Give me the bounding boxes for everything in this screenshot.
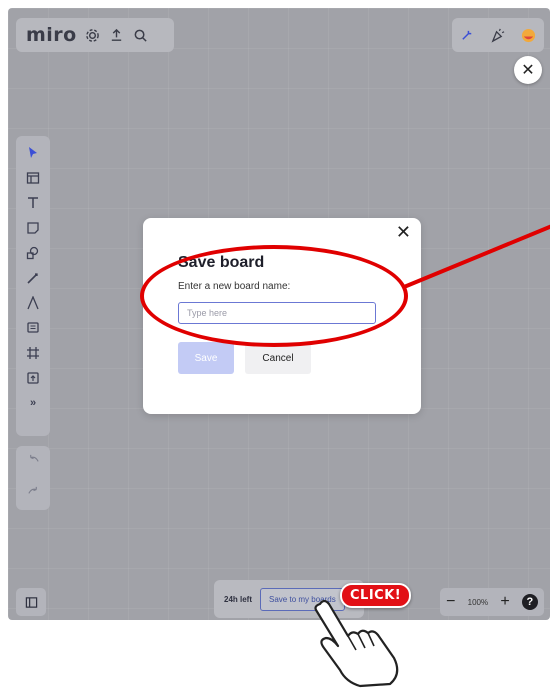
panel-icon (25, 596, 37, 608)
line-icon[interactable] (24, 294, 42, 312)
help-button[interactable]: ? (521, 594, 538, 610)
template-icon[interactable] (24, 169, 42, 187)
upload-icon[interactable] (24, 369, 42, 387)
close-board-button[interactable]: ✕ (514, 56, 542, 84)
frame-icon[interactable] (24, 344, 42, 362)
undo-redo-toolbar (16, 446, 50, 510)
hours-left-label: 24h left (224, 594, 253, 604)
board-panel-toggle[interactable] (16, 588, 46, 616)
text-icon[interactable] (24, 194, 42, 212)
reactions-icon[interactable] (459, 27, 475, 43)
save-button[interactable]: Save (178, 342, 234, 374)
zoom-controls: − 100% + ? (440, 588, 544, 616)
share-upload-icon[interactable] (109, 27, 125, 43)
highlight-ellipse-annotation (140, 245, 408, 347)
dialog-close-icon[interactable]: ✕ (396, 222, 411, 243)
redo-icon[interactable] (27, 485, 40, 503)
zoom-out-button[interactable]: − (446, 593, 455, 611)
top-toolbar: miro (16, 18, 174, 52)
zoom-level[interactable]: 100% (468, 598, 488, 607)
pointing-hand-icon (314, 599, 399, 688)
miro-logo: miro (26, 24, 77, 46)
comment-icon[interactable] (24, 319, 42, 337)
cursor-icon[interactable] (24, 144, 42, 162)
collaboration-toolbar (452, 18, 544, 52)
sticky-note-icon[interactable] (24, 219, 42, 237)
undo-icon[interactable] (27, 453, 40, 471)
user-avatar[interactable] (521, 27, 537, 43)
settings-icon[interactable] (85, 27, 101, 43)
more-icon[interactable]: » (24, 394, 42, 412)
celebrate-icon[interactable] (490, 27, 506, 43)
zoom-in-button[interactable]: + (500, 593, 509, 611)
left-toolbar: » (16, 136, 50, 436)
pen-icon[interactable] (24, 269, 42, 287)
shapes-icon[interactable] (24, 244, 42, 262)
search-icon[interactable] (133, 27, 149, 43)
